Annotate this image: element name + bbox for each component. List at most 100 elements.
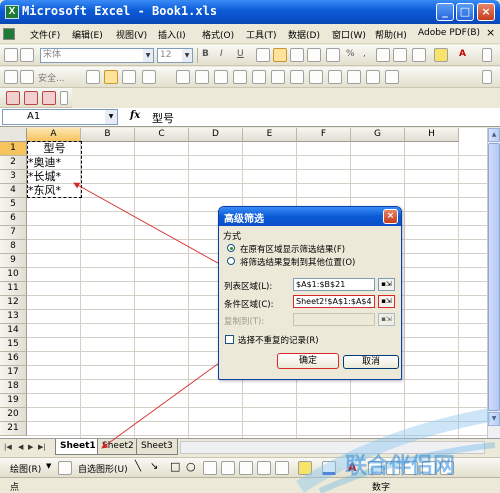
- underline-button[interactable]: U: [237, 49, 244, 59]
- option-copy-to-location-label[interactable]: 将筛选结果复制到其他位置(O): [240, 256, 355, 268]
- row-header-13[interactable]: 13: [0, 310, 27, 324]
- borders-icon[interactable]: [412, 48, 426, 62]
- align-center-icon[interactable]: [273, 48, 287, 62]
- show-comment-icon[interactable]: [233, 70, 247, 84]
- merge-center-icon[interactable]: [307, 48, 321, 62]
- comment-icon[interactable]: [176, 70, 190, 84]
- row-header-12[interactable]: 12: [0, 296, 27, 310]
- arrow-style-icon[interactable]: [404, 461, 418, 475]
- fill-color-icon[interactable]: [298, 461, 312, 475]
- toolbar-options-icon[interactable]: [4, 48, 18, 62]
- align-left-icon[interactable]: [256, 48, 270, 62]
- diagram-icon[interactable]: [239, 461, 253, 475]
- toolbar-options-icon[interactable]: [482, 48, 492, 62]
- oval-icon[interactable]: ○: [186, 460, 196, 473]
- delete-comment-icon[interactable]: [271, 70, 285, 84]
- row-header-2[interactable]: 2: [0, 156, 27, 170]
- line-color-icon[interactable]: [322, 461, 336, 475]
- align-right-icon[interactable]: [290, 48, 304, 62]
- font-color-button[interactable]: A: [459, 49, 466, 59]
- horizontal-scrollbar[interactable]: [180, 441, 485, 454]
- dialog-close-icon[interactable]: ×: [383, 209, 398, 224]
- scroll-up-icon[interactable]: ▲: [488, 128, 500, 142]
- menu-insert[interactable]: 插入(I): [158, 28, 186, 41]
- row-header-15[interactable]: 15: [0, 338, 27, 352]
- edit-icon[interactable]: [328, 70, 342, 84]
- formula-input[interactable]: 型号: [152, 110, 174, 126]
- row-header-5[interactable]: 5: [0, 198, 27, 212]
- next-comment-icon[interactable]: [214, 70, 228, 84]
- column-header-f[interactable]: F: [297, 128, 351, 142]
- autoshapes-button[interactable]: 自选图形(U): [78, 462, 128, 475]
- row-header-6[interactable]: 6: [0, 212, 27, 226]
- scroll-down-icon[interactable]: ▼: [488, 412, 500, 426]
- next-sheet-icon[interactable]: ▶: [28, 443, 33, 451]
- menu-view[interactable]: 视图(V): [116, 28, 147, 41]
- radio-filter-in-place[interactable]: [227, 244, 235, 252]
- first-sheet-icon[interactable]: |◀: [4, 443, 12, 451]
- styles-icon[interactable]: [20, 48, 34, 62]
- row-header-11[interactable]: 11: [0, 282, 27, 296]
- menu-file[interactable]: 文件(F): [30, 28, 60, 41]
- wordart-icon[interactable]: [221, 461, 235, 475]
- column-header-e[interactable]: E: [243, 128, 297, 142]
- chevron-down-icon[interactable]: ▼: [182, 49, 192, 62]
- row-header-1[interactable]: 1: [0, 142, 27, 156]
- name-box[interactable]: A1 ▼: [2, 109, 118, 125]
- row-header-7[interactable]: 7: [0, 226, 27, 240]
- text-box-icon[interactable]: [203, 461, 217, 475]
- play-icon[interactable]: [20, 70, 34, 84]
- clip-art-icon[interactable]: [257, 461, 271, 475]
- row-header-18[interactable]: 18: [0, 380, 27, 394]
- 3d-style-icon[interactable]: [440, 461, 454, 475]
- toolbar-options-icon[interactable]: [60, 91, 68, 105]
- column-header-h[interactable]: H: [405, 128, 459, 142]
- row-header-20[interactable]: 20: [0, 408, 27, 422]
- option-filter-in-place-label[interactable]: 在原有区域显示筛选结果(F): [240, 243, 345, 255]
- increase-decimal-icon[interactable]: [376, 48, 390, 62]
- previous-comment-icon[interactable]: [195, 70, 209, 84]
- unique-records-checkbox[interactable]: [225, 335, 234, 344]
- fill-color-icon[interactable]: [434, 48, 448, 62]
- line-icon[interactable]: ╲: [135, 461, 141, 472]
- vertical-scroll-thumb[interactable]: [488, 143, 500, 411]
- visual-basic-icon[interactable]: [122, 70, 136, 84]
- row-header-16[interactable]: 16: [0, 352, 27, 366]
- currency-icon[interactable]: [326, 48, 340, 62]
- dialog-title-bar[interactable]: 高级筛选 ×: [219, 207, 401, 226]
- workbook-icon[interactable]: [3, 28, 15, 40]
- sheet-tab-sheet2[interactable]: Sheet2: [97, 439, 139, 455]
- design-mode-icon[interactable]: [104, 70, 118, 84]
- shadow-style-icon[interactable]: [422, 461, 436, 475]
- menu-help[interactable]: 帮助(H): [375, 28, 407, 41]
- vertical-scrollbar[interactable]: ▲ ▼: [487, 128, 500, 438]
- row-header-8[interactable]: 8: [0, 240, 27, 254]
- collapse-dialog-icon[interactable]: ▪⇲: [378, 278, 395, 291]
- script-editor-icon[interactable]: [142, 70, 156, 84]
- row-header-4[interactable]: 4: [0, 184, 27, 198]
- minimize-button[interactable]: _: [436, 3, 454, 21]
- percent-button[interactable]: %: [346, 49, 355, 59]
- convert-and-email-pdf-icon[interactable]: [24, 91, 38, 105]
- font-size-combo[interactable]: 12 ▼: [157, 48, 193, 63]
- font-color-icon[interactable]: A: [348, 461, 357, 474]
- convert-and-review-pdf-icon[interactable]: [42, 91, 56, 105]
- menu-window[interactable]: 窗口(W): [332, 28, 366, 41]
- last-sheet-icon[interactable]: ▶|: [38, 443, 46, 451]
- select-all-corner[interactable]: [0, 128, 27, 142]
- row-header-9[interactable]: 9: [0, 254, 27, 268]
- line-style-icon[interactable]: [368, 461, 382, 475]
- row-header-21[interactable]: 21: [0, 422, 27, 436]
- show-all-comments-icon[interactable]: [252, 70, 266, 84]
- row-header-3[interactable]: 3: [0, 170, 27, 184]
- list-range-input[interactable]: $A$1:$B$21: [293, 278, 375, 291]
- close-button[interactable]: ×: [477, 3, 495, 21]
- column-header-a[interactable]: A: [27, 128, 81, 142]
- bold-button[interactable]: B: [202, 49, 209, 59]
- reply-icon[interactable]: [366, 70, 380, 84]
- chevron-down-icon[interactable]: ▼: [46, 462, 51, 470]
- italic-button[interactable]: I: [220, 49, 223, 59]
- indent-icon[interactable]: [393, 48, 407, 62]
- ink-icon[interactable]: [347, 70, 361, 84]
- rectangle-icon[interactable]: □: [170, 460, 180, 473]
